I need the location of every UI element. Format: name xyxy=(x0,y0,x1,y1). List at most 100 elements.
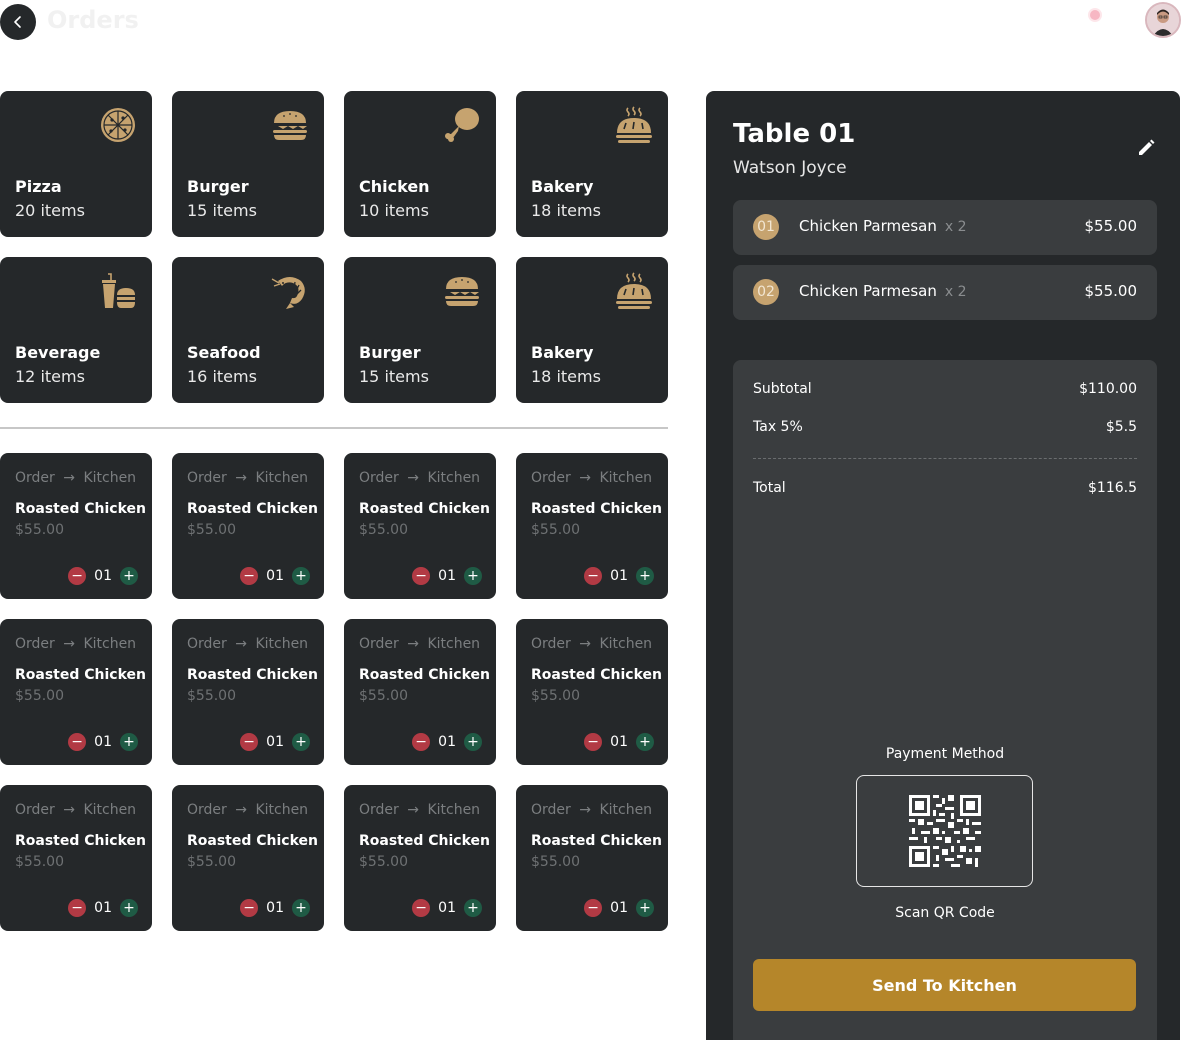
category-count: 10 items xyxy=(359,201,429,220)
product-card[interactable]: Order → Kitchen Roasted Chicken $55.00 −… xyxy=(344,785,496,931)
product-card[interactable]: Order → Kitchen Roasted Chicken $55.00 −… xyxy=(172,453,324,599)
qr-code-box[interactable] xyxy=(856,775,1033,887)
product-name: Roasted Chicken xyxy=(531,501,662,517)
page-title: Orders xyxy=(47,6,139,34)
arrow-right-icon: → xyxy=(579,636,591,652)
arrow-right-icon: → xyxy=(235,470,247,486)
decrease-button[interactable]: − xyxy=(68,899,87,917)
order-route: Order → Kitchen xyxy=(187,802,308,818)
category-card-bakery[interactable]: Bakery 18 items xyxy=(516,257,668,403)
increase-button[interactable]: + xyxy=(636,567,654,585)
plus-icon: + xyxy=(467,568,479,584)
quantity-stepper: − 01 + xyxy=(68,567,138,585)
category-card-seafood[interactable]: Seafood 16 items xyxy=(172,257,324,403)
order-route: Order → Kitchen xyxy=(15,802,136,818)
minus-icon: − xyxy=(71,734,84,750)
category-name: Burger xyxy=(359,343,421,362)
product-price: $55.00 xyxy=(15,854,64,870)
order-route: Order → Kitchen xyxy=(359,636,480,652)
product-price: $55.00 xyxy=(187,522,236,538)
category-name: Burger xyxy=(187,177,249,196)
category-name: Bakery xyxy=(531,343,594,362)
quantity-value: 01 xyxy=(94,568,112,584)
decrease-button[interactable]: − xyxy=(412,567,431,585)
product-name: Roasted Chicken xyxy=(531,833,662,849)
category-card-burger[interactable]: Burger 15 items xyxy=(344,257,496,403)
back-button[interactable] xyxy=(0,4,36,40)
route-to: Kitchen xyxy=(255,802,309,818)
product-card[interactable]: Order → Kitchen Roasted Chicken $55.00 −… xyxy=(0,453,152,599)
shrimp-icon xyxy=(270,271,310,311)
product-card[interactable]: Order → Kitchen Roasted Chicken $55.00 −… xyxy=(344,619,496,765)
decrease-button[interactable]: − xyxy=(584,567,603,585)
pizza-icon xyxy=(98,105,138,145)
increase-button[interactable]: + xyxy=(464,567,482,585)
increase-button[interactable]: + xyxy=(464,733,482,751)
product-card[interactable]: Order → Kitchen Roasted Chicken $55.00 −… xyxy=(0,619,152,765)
increase-button[interactable]: + xyxy=(292,899,310,917)
product-card[interactable]: Order → Kitchen Roasted Chicken $55.00 −… xyxy=(0,785,152,931)
plus-icon: + xyxy=(639,734,651,750)
order-item-name: Chicken Parmesan xyxy=(799,217,937,235)
product-card[interactable]: Order → Kitchen Roasted Chicken $55.00 −… xyxy=(516,619,668,765)
decrease-button[interactable]: − xyxy=(412,733,431,751)
category-name: Seafood xyxy=(187,343,261,362)
category-count: 15 items xyxy=(187,201,257,220)
category-count: 18 items xyxy=(531,201,601,220)
decrease-button[interactable]: − xyxy=(240,567,259,585)
increase-button[interactable]: + xyxy=(292,733,310,751)
product-price: $55.00 xyxy=(187,854,236,870)
quantity-value: 01 xyxy=(610,900,628,916)
send-to-kitchen-button[interactable]: Send To Kitchen xyxy=(753,959,1136,1011)
order-item[interactable]: 01 Chicken Parmesan x 2 $55.00 xyxy=(733,200,1157,255)
pencil-icon xyxy=(1139,139,1155,155)
notification-dot[interactable] xyxy=(1090,10,1100,20)
product-card[interactable]: Order → Kitchen Roasted Chicken $55.00 −… xyxy=(344,453,496,599)
minus-icon: − xyxy=(587,900,600,916)
decrease-button[interactable]: − xyxy=(68,733,87,751)
increase-button[interactable]: + xyxy=(120,567,138,585)
decrease-button[interactable]: − xyxy=(68,567,87,585)
decrease-button[interactable]: − xyxy=(240,733,259,751)
decrease-button[interactable]: − xyxy=(584,733,603,751)
increase-button[interactable]: + xyxy=(464,899,482,917)
chevron-left-icon xyxy=(14,16,21,28)
increase-button[interactable]: + xyxy=(120,899,138,917)
category-card-pizza[interactable]: Pizza 20 items xyxy=(0,91,152,237)
product-card[interactable]: Order → Kitchen Roasted Chicken $55.00 −… xyxy=(516,785,668,931)
product-card[interactable]: Order → Kitchen Roasted Chicken $55.00 −… xyxy=(172,619,324,765)
quantity-stepper: − 01 + xyxy=(584,899,654,917)
product-price: $55.00 xyxy=(531,854,580,870)
increase-button[interactable]: + xyxy=(120,733,138,751)
tax-value: $5.5 xyxy=(1105,419,1137,435)
edit-button[interactable] xyxy=(1136,138,1156,158)
decrease-button[interactable]: − xyxy=(240,899,259,917)
plus-icon: + xyxy=(123,568,135,584)
category-card-chicken[interactable]: Chicken 10 items xyxy=(344,91,496,237)
product-name: Roasted Chicken xyxy=(187,501,318,517)
product-name: Roasted Chicken xyxy=(359,833,490,849)
route-from: Order xyxy=(187,636,227,652)
decrease-button[interactable]: − xyxy=(412,899,431,917)
total-row: Total $116.5 xyxy=(753,480,1137,496)
route-from: Order xyxy=(359,802,399,818)
order-route: Order → Kitchen xyxy=(15,636,136,652)
increase-button[interactable]: + xyxy=(636,733,654,751)
category-card-beverage[interactable]: Beverage 12 items xyxy=(0,257,152,403)
route-from: Order xyxy=(359,636,399,652)
category-card-bakery[interactable]: Bakery 18 items xyxy=(516,91,668,237)
decrease-button[interactable]: − xyxy=(584,899,603,917)
top-bar: Orders xyxy=(0,0,1182,44)
divider xyxy=(0,427,668,429)
category-name: Beverage xyxy=(15,343,101,362)
product-card[interactable]: Order → Kitchen Roasted Chicken $55.00 −… xyxy=(516,453,668,599)
increase-button[interactable]: + xyxy=(636,899,654,917)
product-card[interactable]: Order → Kitchen Roasted Chicken $55.00 −… xyxy=(172,785,324,931)
category-card-burger[interactable]: Burger 15 items xyxy=(172,91,324,237)
order-item[interactable]: 02 Chicken Parmesan x 2 $55.00 xyxy=(733,265,1157,320)
route-to: Kitchen xyxy=(83,802,137,818)
avatar[interactable] xyxy=(1145,2,1181,38)
quantity-value: 01 xyxy=(438,734,456,750)
arrow-right-icon: → xyxy=(579,802,591,818)
increase-button[interactable]: + xyxy=(292,567,310,585)
